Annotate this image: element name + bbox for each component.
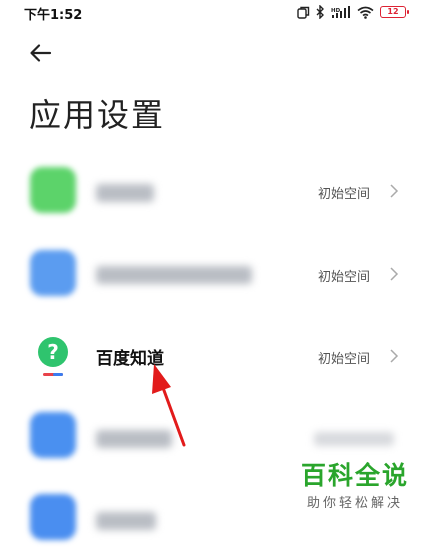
app-name-blurred [96,430,172,448]
page-title: 应用设置 [29,96,166,134]
app-row-baidu-zhidao[interactable]: ? 百度知道 初始空间 [0,314,422,398]
svg-text:HD: HD [331,8,341,14]
wifi-icon [357,6,374,19]
app-row[interactable]: 初始空间 [0,232,422,316]
chevron-right-icon [390,267,399,281]
status-time: 下午1:52 [24,8,83,23]
app-row[interactable]: 初始空间 [0,150,422,234]
watermark-title: 百科全说 [300,461,409,490]
status-icons: HD 12 [297,3,409,21]
app-name-blurred [96,184,154,202]
back-button[interactable] [28,40,60,68]
watermark-subtitle: 助你轻松解决 [306,495,403,511]
app-name: 百度知道 [96,349,164,369]
dual-window-icon [297,6,310,19]
svg-text:?: ? [47,340,59,364]
app-name-blurred [96,512,156,530]
chevron-right-icon [390,184,399,198]
app-icon [30,250,76,296]
hd-signal-icon: HD [331,5,350,18]
storage-value: 初始空间 [317,187,370,202]
app-icon [30,167,76,213]
status-bar: 下午1:52 HD 12 [0,0,422,26]
baike-watermark: 百科全说 助你轻松解决 [288,462,422,511]
battery-level: 12 [387,7,399,16]
storage-value-blurred [314,432,394,446]
baidu-zhidao-app-icon: ? [38,337,68,376]
storage-value: 初始空间 [317,270,370,285]
back-arrow-icon [30,44,52,62]
chevron-right-icon [390,349,399,363]
app-name-blurred [96,266,252,284]
battery-icon: 12 [380,6,409,18]
app-icon [30,412,76,458]
bluetooth-icon [316,5,324,19]
app-icon [30,494,76,540]
storage-value: 初始空间 [317,352,370,367]
